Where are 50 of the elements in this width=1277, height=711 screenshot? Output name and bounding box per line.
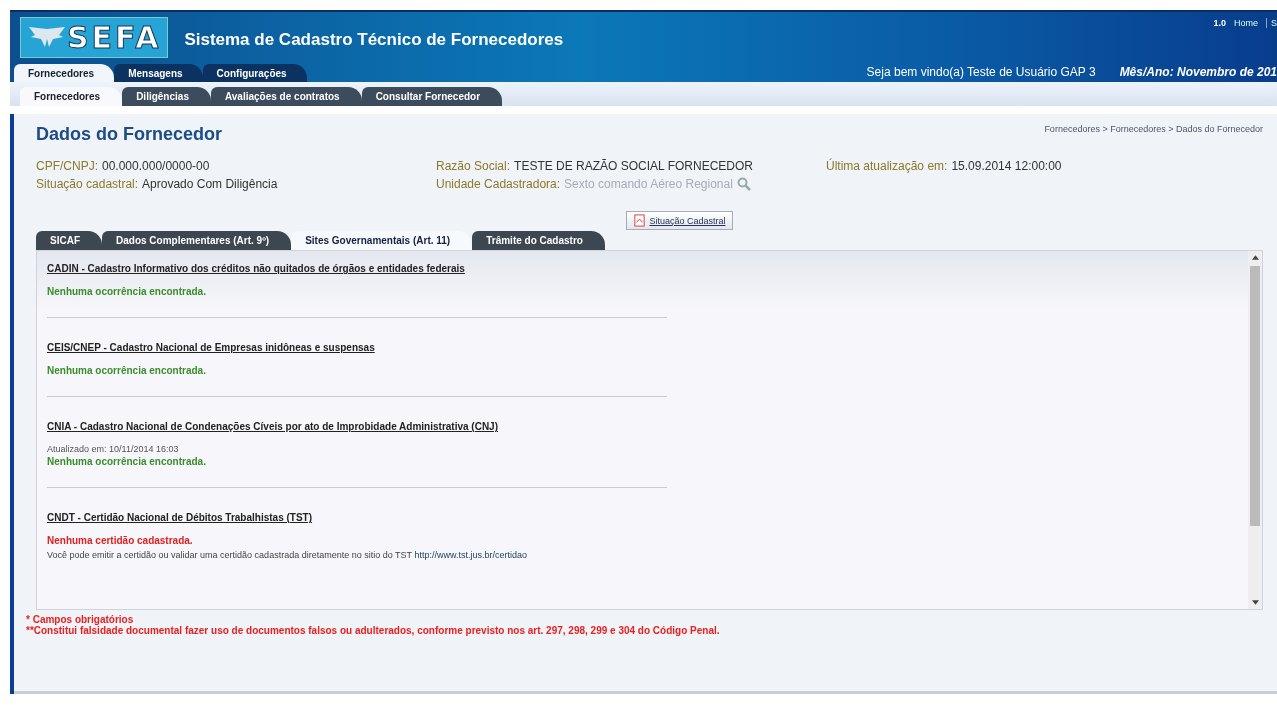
status-message: Nenhuma ocorrência encontrada.: [47, 286, 207, 297]
note-text: Você pode emitir a certidão ou validar uma certidão cadastrada diretamente no sitio do TST: [47, 550, 412, 560]
breadcrumb: Fornecedores > Fornecedores > Dados do Fornecedor: [1044, 124, 1263, 134]
submenu-tab[interactable]: Diligências: [122, 87, 211, 106]
field-label: CPF/CNPJ:: [36, 159, 98, 173]
scroll-up-icon[interactable]: [1251, 255, 1259, 260]
section-link[interactable]: CNDT - Certidão Nacional de Débitos Trabalhistas (TST): [47, 512, 667, 523]
update-date: Atualizado em: 10/11/2014 16:03: [47, 444, 180, 454]
field-value: TESTE DE RAZÃO SOCIAL FORNECEDOR: [514, 159, 753, 173]
header-link[interactable]: S: [1266, 18, 1277, 28]
page-title: Dados do Fornecedor: [36, 124, 223, 145]
field-label: Unidade Cadastradora:: [436, 177, 561, 191]
section-link[interactable]: CEIS/CNEP - Cadastro Nacional de Empresas inidôneas e suspensas: [47, 342, 667, 353]
section-tab[interactable]: Trâmite do Cadastro: [472, 231, 605, 250]
field-value: Aprovado Com Diligência: [142, 177, 278, 191]
menu-tab[interactable]: Configurações: [202, 64, 307, 82]
welcome-text: Seja bem vindo(a) Teste de Usuário GAP 3: [866, 65, 1096, 79]
submenu-tab[interactable]: Consultar Fornecedor: [361, 87, 503, 106]
field-value: 15.09.2014 12:00:00: [951, 159, 1062, 173]
tst-link[interactable]: http://www.tst.jus.br/certidao: [414, 550, 527, 560]
section-link[interactable]: CNIA - Cadastro Nacional de Condenações Cíveis por ato de Improbidade Administrativa (CNJ): [47, 421, 667, 432]
field-value: 00.000.000/0000-00: [102, 159, 210, 173]
submenu-tab[interactable]: Fornecedores: [20, 87, 123, 106]
search-icon[interactable]: [736, 177, 751, 191]
wings-icon: [27, 25, 67, 49]
logo-text: SEFA: [67, 19, 162, 55]
section-tab[interactable]: Sites Governamentais (Art. 11): [291, 231, 473, 250]
footnote: **Constitui falsidade documental fazer uso de documentos falsos ou adulterados, conforme previsto nos art. 297, 298, 299 e 304 do Código Penal.: [26, 625, 721, 636]
menu-tab[interactable]: Fornecedores: [14, 64, 115, 82]
document-icon: [633, 214, 647, 227]
status-message: Nenhuma ocorrência encontrada.: [47, 456, 207, 467]
submenu-tab[interactable]: Avaliações de contratos: [210, 87, 362, 106]
status-message: Nenhuma ocorrência encontrada.: [47, 365, 207, 376]
section-link[interactable]: CADIN - Cadastro Informativo dos créditos não quitados de órgãos e entidades federais: [47, 263, 667, 274]
field-label: Razão Social:: [436, 159, 511, 173]
scroll-thumb[interactable]: [1250, 266, 1260, 526]
scroll-down-icon[interactable]: [1251, 600, 1259, 605]
field-label: Situação cadastral:: [36, 177, 139, 191]
version-label: 1.0: [1213, 18, 1226, 28]
app-title: Sistema de Cadastro Técnico de Fornecedores: [184, 30, 564, 50]
header-link[interactable]: Home: [1233, 18, 1258, 28]
scrollbar[interactable]: [1248, 251, 1262, 609]
menu-tab[interactable]: Mensagens: [114, 64, 203, 82]
field-label: Última atualização em:: [826, 159, 948, 173]
section-tab[interactable]: Dados Complementares (Art. 9º): [102, 231, 292, 250]
section-tab[interactable]: SICAF: [36, 231, 102, 250]
period-text: Mês/Ano: Novembro de 201: [1119, 65, 1277, 79]
status-button[interactable]: Situação Cadastral: [626, 211, 733, 230]
footnote: * Campos obrigatórios: [26, 614, 134, 625]
status-message: Nenhuma certidão cadastrada.: [47, 535, 194, 546]
